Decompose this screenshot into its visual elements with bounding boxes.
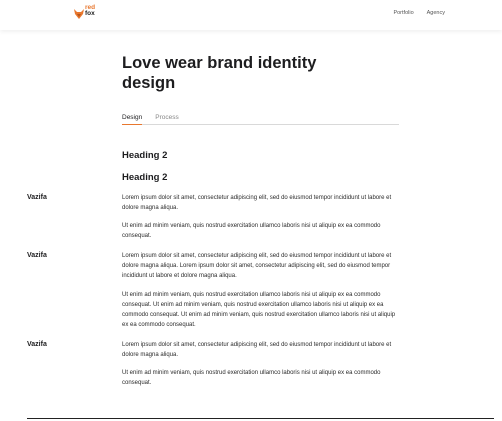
brand-word-fox: fox (85, 10, 95, 17)
brand-logo[interactable]: red fox (74, 4, 95, 19)
row-paragraph: Lorem ipsum dolor sit amet, consectetur … (122, 342, 392, 358)
row-paragraph: Ut enim ad minim veniam, quis nostrud ex… (122, 292, 396, 328)
row-label: Vazifa (27, 341, 47, 348)
tab-process[interactable]: Process (155, 114, 178, 125)
row-label: Vazifa (27, 252, 47, 259)
section-heading-1: Heading 2 (122, 150, 168, 161)
top-navigation-bar: red fox Portfolio Agency (0, 0, 502, 30)
tab-design[interactable]: Design (122, 114, 143, 125)
section-heading-2: Heading 2 (122, 172, 168, 183)
nav-link-agency[interactable]: Agency (427, 10, 445, 16)
row-paragraph: Ut enim ad minim veniam, quis nostrud ex… (122, 370, 381, 386)
page-title: Love wear brand identity design (122, 54, 317, 92)
row-paragraph: Lorem ipsum dolor sit amet, consectetur … (122, 195, 392, 211)
row-label: Vazifa (27, 194, 47, 201)
row-paragraph: Lorem ipsum dolor sit amet, consectetur … (122, 253, 392, 279)
content-tabs: Design Process (122, 114, 399, 125)
row-paragraph: Ut enim ad minim veniam, quis nostrud ex… (122, 223, 381, 239)
main-nav: Portfolio Agency (393, 10, 445, 16)
fox-logo-icon (74, 6, 84, 19)
brand-wordmark: red fox (85, 4, 95, 17)
nav-link-portfolio[interactable]: Portfolio (393, 10, 413, 16)
footer-divider (27, 418, 494, 419)
